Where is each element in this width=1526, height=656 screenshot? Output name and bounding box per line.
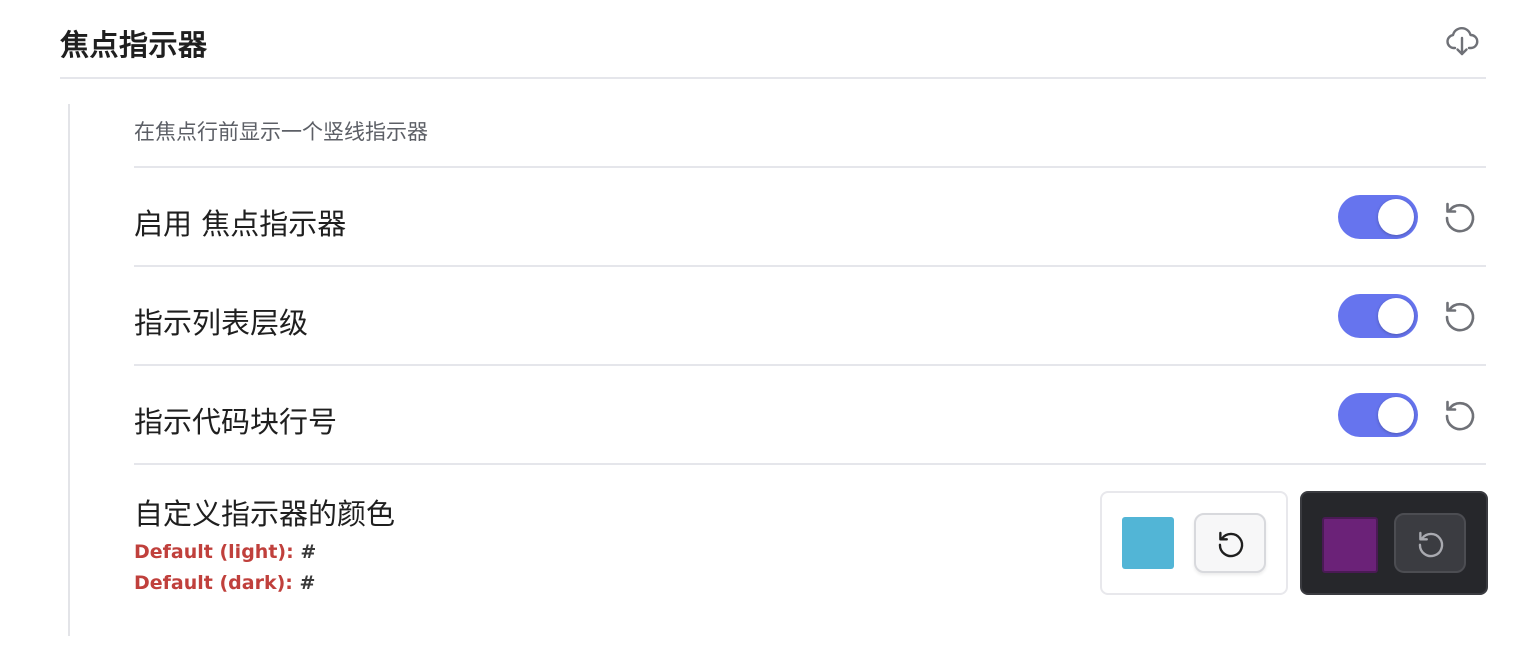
reset-icon	[1418, 531, 1444, 558]
default-light-line: Default (light): #	[134, 541, 316, 563]
setting-label-indicate-list-level: 指示列表层级	[134, 306, 309, 340]
default-light-value: #	[300, 541, 317, 563]
indicate-code-line-toggle[interactable]	[1338, 393, 1418, 437]
cloud-download-icon[interactable]	[1444, 23, 1480, 59]
setting-label-enable-focus-indicator: 启用 焦点指示器	[134, 207, 347, 241]
section-header: 焦点指示器	[60, 0, 1486, 79]
enable-focus-indicator-toggle[interactable]	[1338, 195, 1418, 239]
section-title: 焦点指示器	[60, 28, 208, 62]
default-dark-label: Default (dark):	[134, 572, 293, 594]
toggle-knob	[1378, 199, 1414, 235]
indicate-list-level-toggle[interactable]	[1338, 294, 1418, 338]
light-color-reset-button[interactable]	[1194, 513, 1266, 573]
section-description: 在焦点行前显示一个竖线指示器	[134, 120, 428, 144]
reset-icon	[1218, 531, 1244, 558]
setting-label-custom-color: 自定义指示器的颜色	[134, 497, 396, 531]
indent-guide	[68, 104, 70, 636]
default-dark-line: Default (dark): #	[134, 572, 315, 594]
reset-icon[interactable]	[1440, 197, 1480, 237]
toggle-knob	[1378, 397, 1414, 433]
reset-icon[interactable]	[1440, 395, 1480, 435]
dark-color-reset-button[interactable]	[1394, 513, 1466, 573]
default-dark-value: #	[299, 572, 316, 594]
divider	[134, 265, 1486, 267]
divider	[134, 364, 1486, 366]
default-light-label: Default (light):	[134, 541, 294, 563]
light-color-picker-panel	[1100, 491, 1288, 595]
dark-color-picker-panel	[1300, 491, 1488, 595]
light-color-swatch[interactable]	[1122, 517, 1174, 569]
setting-label-indicate-code-line: 指示代码块行号	[134, 405, 338, 439]
toggle-knob	[1378, 298, 1414, 334]
reset-icon[interactable]	[1440, 296, 1480, 336]
divider	[134, 463, 1486, 465]
dark-color-swatch[interactable]	[1322, 517, 1378, 573]
divider	[134, 166, 1486, 168]
